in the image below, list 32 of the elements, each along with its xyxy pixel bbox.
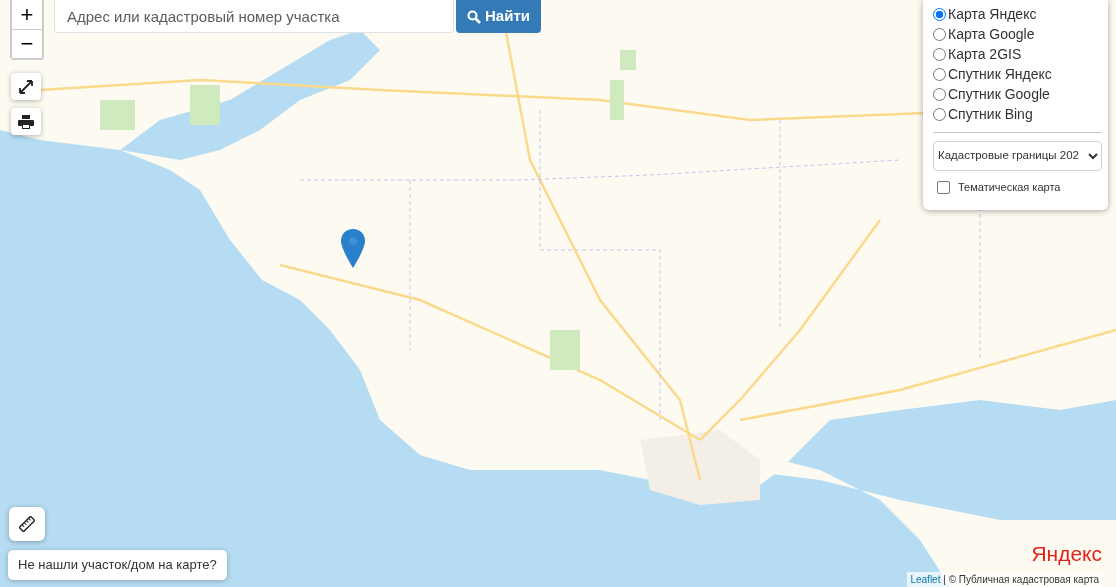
not-found-button[interactable]: Не нашли участок/дом на карте? — [8, 550, 227, 580]
layer-label[interactable]: Карта 2GIS — [948, 44, 1022, 64]
fullscreen-button[interactable] — [11, 73, 41, 100]
print-button[interactable] — [11, 108, 41, 135]
radio-button[interactable] — [933, 87, 946, 101]
attribution-text: © Публичная кадастровая карта — [948, 574, 1099, 585]
checkbox-label[interactable]: Тематическая карта — [958, 179, 1061, 196]
layer-label[interactable]: Спутник Яндекс — [948, 64, 1052, 84]
checkbox[interactable] — [937, 180, 950, 194]
radio-button[interactable] — [933, 27, 946, 41]
layer-label[interactable]: Карта Google — [948, 24, 1035, 44]
layer-label[interactable]: Карта Яндекс — [948, 4, 1037, 24]
search-icon — [467, 9, 481, 24]
radio-button[interactable] — [933, 47, 946, 61]
radio-button[interactable] — [933, 107, 946, 121]
chevron-down-icon — [1088, 152, 1098, 160]
radio-button[interactable] — [933, 67, 946, 81]
separator: | — [943, 574, 946, 585]
layer-label[interactable]: Спутник Bing — [948, 104, 1033, 124]
ruler-icon — [19, 516, 35, 532]
yandex-logo: Яндекс — [1031, 543, 1102, 564]
radio-button[interactable] — [933, 7, 946, 21]
printer-icon — [18, 114, 34, 129]
overlay-select[interactable]: Кадастровые границы 202 — [933, 141, 1102, 171]
search-button[interactable]: Найти — [456, 0, 541, 33]
expand-arrows-icon — [19, 79, 33, 94]
map-pin-icon[interactable] — [341, 229, 365, 268]
zoom-out-button[interactable]: − — [12, 29, 42, 58]
ruler-button[interactable] — [9, 507, 45, 541]
leaflet-link[interactable]: Leaflet — [910, 574, 941, 585]
search-field[interactable]: Адрес или кадастровый номер участка — [54, 0, 454, 33]
layer-label[interactable]: Спутник Google — [948, 84, 1050, 104]
